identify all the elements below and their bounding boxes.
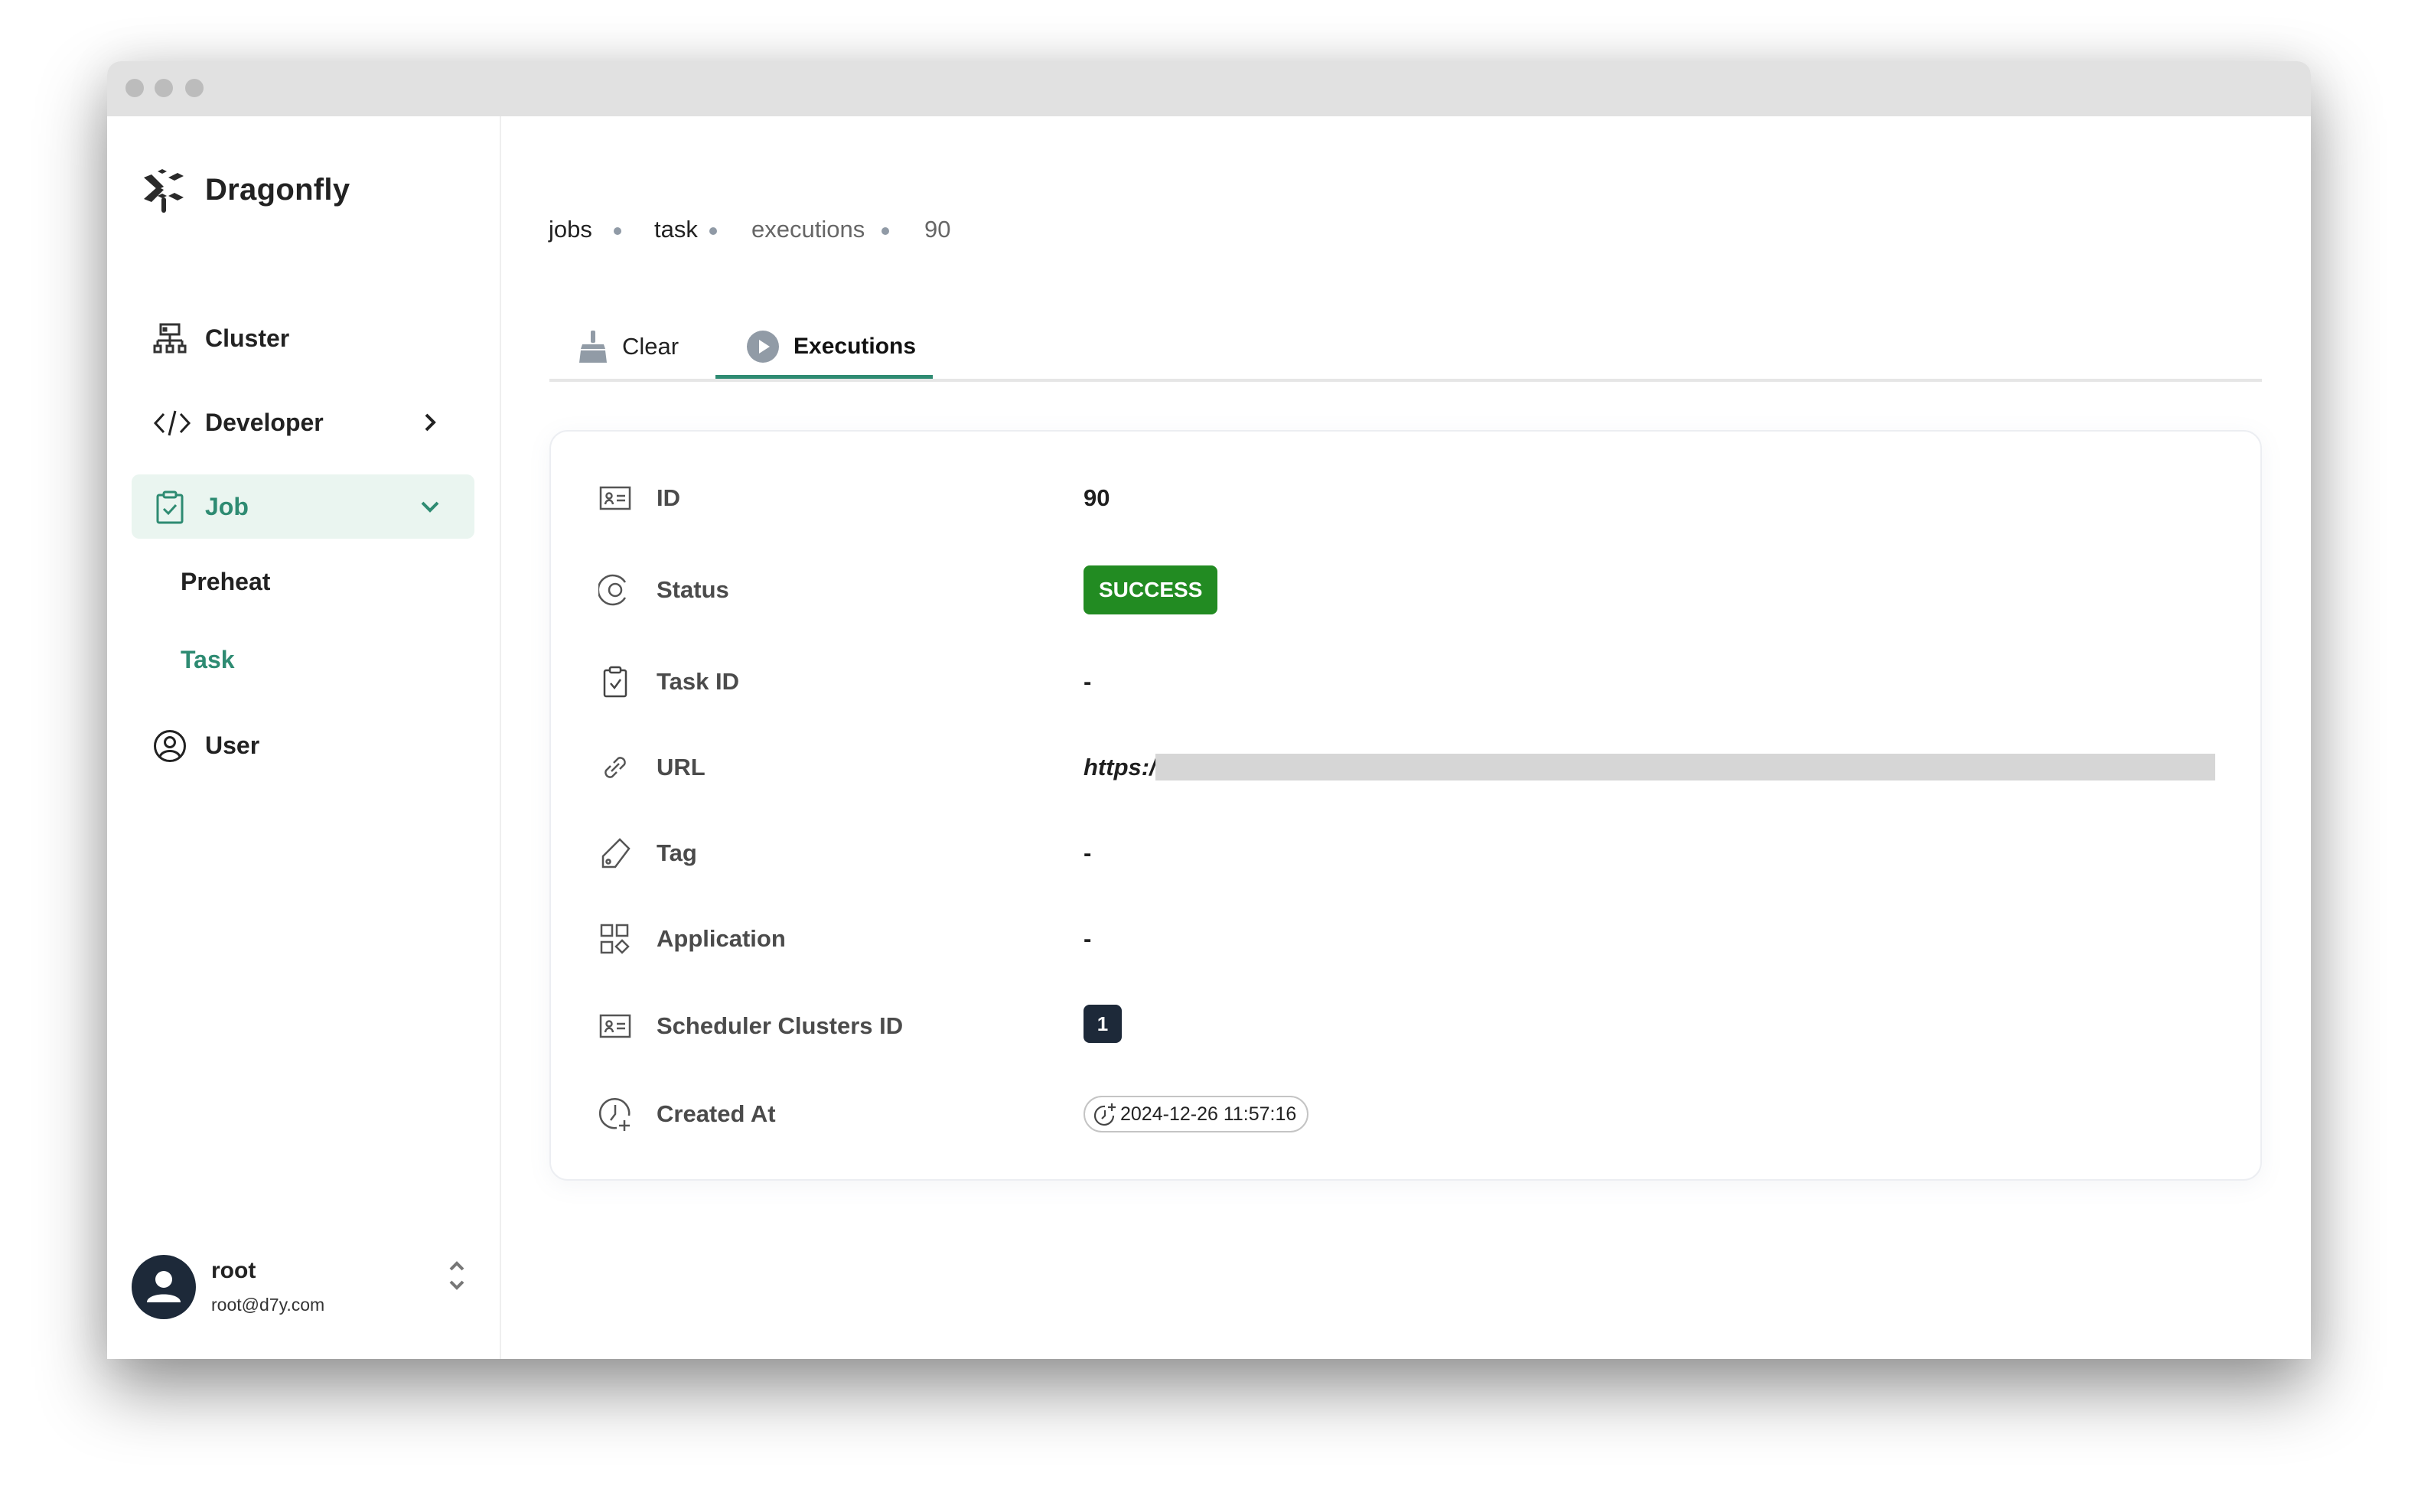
detail-row-tag: Tag -	[551, 823, 2260, 884]
user-name: root	[211, 1258, 256, 1283]
clock-plus-icon	[1093, 1102, 1117, 1126]
chevron-up-down-icon[interactable]	[445, 1258, 468, 1293]
chevron-right-icon	[416, 409, 444, 436]
tag-icon	[598, 836, 632, 870]
main-content: jobs task executions 90 Clear Executions	[501, 116, 2311, 1359]
broom-icon	[578, 329, 608, 364]
status-badge: SUCCESS	[1084, 565, 1218, 614]
user-profile[interactable]: root root@d7y.com	[132, 1249, 474, 1325]
sidebar-item-cluster[interactable]: Cluster	[132, 306, 474, 370]
sidebar-item-user[interactable]: User	[132, 713, 474, 777]
execution-details-card: ID 90 Status SUCCESS Task ID - URL https…	[549, 430, 2262, 1181]
id-card-icon	[598, 481, 632, 515]
detail-row-scheduler-clusters-id: Scheduler Clusters ID 1	[551, 996, 2260, 1057]
breadcrumb-separator	[881, 227, 889, 235]
sidebar-item-job[interactable]: Job	[132, 474, 474, 539]
breadcrumb-separator	[709, 227, 717, 235]
breadcrumb-separator	[614, 227, 621, 235]
cluster-icon	[153, 322, 187, 356]
user-email: root@d7y.com	[211, 1295, 325, 1315]
detail-label: Tag	[657, 839, 697, 866]
link-icon	[598, 751, 632, 784]
detail-label: Application	[657, 925, 786, 952]
sidebar-item-developer[interactable]: Developer	[132, 390, 474, 455]
window-minimize-dot[interactable]	[155, 79, 173, 97]
tab-label: Clear	[622, 333, 679, 360]
clipboard-check-icon	[598, 665, 632, 699]
sidebar-subitem-task[interactable]: Task	[181, 646, 235, 674]
detail-value-application: -	[1084, 925, 1092, 952]
active-tab-indicator	[715, 375, 933, 379]
sidebar-item-label: Job	[205, 493, 249, 520]
sidebar-item-label: Developer	[205, 409, 324, 436]
detail-row-id: ID 90	[551, 468, 2260, 529]
user-circle-icon	[153, 729, 187, 763]
tab-clear[interactable]: Clear	[578, 314, 692, 380]
url-redacted-block	[1155, 754, 2215, 780]
avatar	[132, 1255, 196, 1319]
detail-label: Created At	[657, 1100, 776, 1127]
window-maximize-dot[interactable]	[185, 79, 204, 97]
breadcrumb-executions[interactable]: executions	[751, 216, 865, 243]
tabs-divider	[549, 379, 2262, 382]
dragonfly-logo-icon	[141, 167, 188, 214]
play-circle-icon	[746, 330, 780, 363]
sidebar-subitem-preheat[interactable]: Preheat	[181, 568, 270, 596]
detail-row-task-id: Task ID -	[551, 651, 2260, 712]
detail-row-created-at: Created At 2024-12-26 11:57:16	[551, 1083, 2260, 1145]
status-ring-icon	[598, 573, 632, 607]
tab-executions[interactable]: Executions	[746, 314, 937, 380]
detail-value-task-id: -	[1084, 668, 1092, 695]
app-name: Dragonfly	[205, 173, 350, 207]
detail-value-id: 90	[1084, 484, 1110, 511]
created-at-chip: 2024-12-26 11:57:16	[1084, 1096, 1309, 1132]
detail-label: Scheduler Clusters ID	[657, 1012, 904, 1039]
detail-label: Task ID	[657, 668, 739, 695]
app-window: Dragonfly Cluster Developer Job Preheat …	[107, 61, 2311, 1359]
tab-label: Executions	[794, 334, 917, 359]
code-icon	[153, 406, 191, 440]
sidebar-item-label: User	[205, 732, 260, 759]
apps-icon	[598, 922, 632, 956]
detail-label: Status	[657, 576, 729, 603]
created-at-value: 2024-12-26 11:57:16	[1120, 1103, 1297, 1125]
detail-label: ID	[657, 484, 680, 511]
breadcrumb-task[interactable]: task	[654, 216, 698, 243]
detail-label: URL	[657, 754, 706, 780]
detail-row-url: URL https:/	[551, 737, 2260, 798]
sidebar-item-label: Cluster	[205, 324, 290, 352]
window-titlebar	[107, 61, 2311, 116]
detail-value-tag: -	[1084, 839, 1092, 866]
detail-row-application: Application -	[551, 908, 2260, 969]
chevron-down-icon	[416, 493, 444, 520]
clock-plus-icon	[598, 1097, 632, 1131]
window-close-dot[interactable]	[125, 79, 144, 97]
breadcrumb-jobs[interactable]: jobs	[549, 216, 592, 243]
scheduler-cluster-badge[interactable]: 1	[1084, 1005, 1122, 1043]
sidebar: Dragonfly Cluster Developer Job Preheat …	[107, 116, 501, 1359]
detail-row-status: Status SUCCESS	[551, 559, 2260, 621]
detail-value-url[interactable]: https:/	[1084, 737, 1156, 798]
id-card-icon	[598, 1009, 632, 1043]
clipboard-check-icon	[153, 490, 187, 524]
breadcrumb-current: 90	[924, 216, 951, 243]
